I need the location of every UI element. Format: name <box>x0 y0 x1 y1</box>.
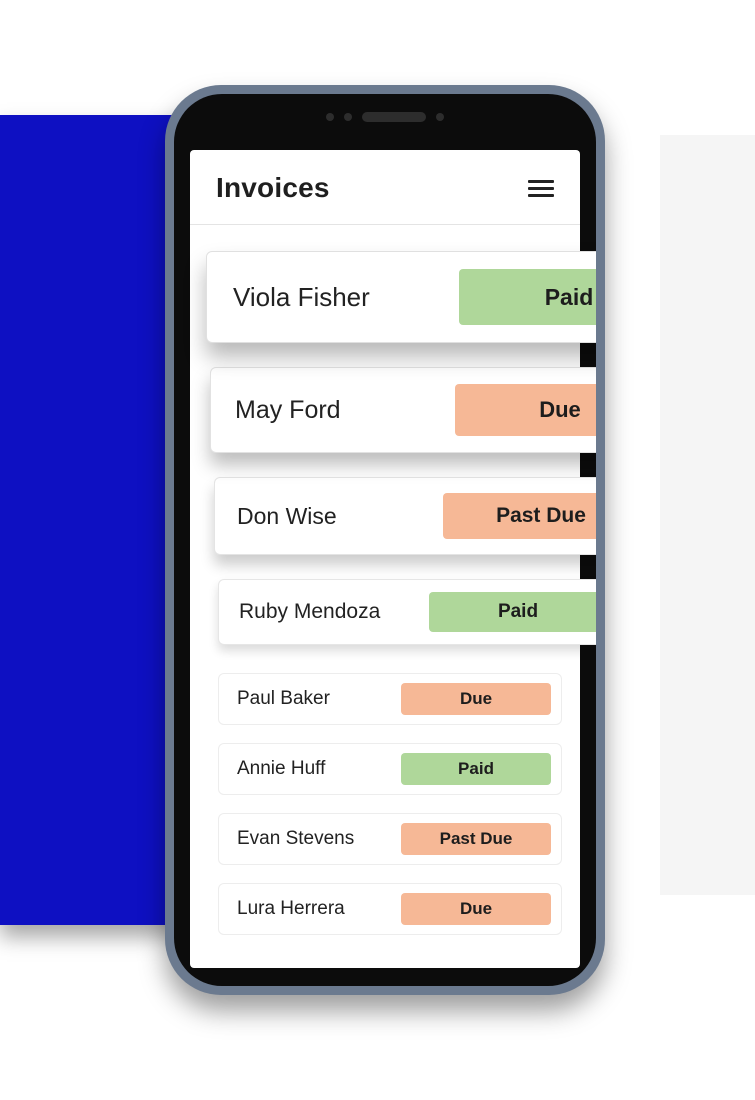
phone-sensor-bar <box>326 112 444 122</box>
app-header: Invoices <box>190 150 580 225</box>
phone-mockup: Invoices Viola Fisher Paid May Ford Due Don … <box>165 85 605 995</box>
status-badge: Due <box>401 893 551 925</box>
status-badge: Past Due <box>401 823 551 855</box>
phone-frame: Invoices Viola Fisher Paid May Ford Due Don … <box>174 94 596 986</box>
hamburger-menu-icon[interactable] <box>528 180 554 197</box>
invoice-name: Don Wise <box>237 503 337 530</box>
status-badge: Paid <box>401 753 551 785</box>
app-screen: Invoices Viola Fisher Paid May Ford Due Don … <box>190 150 580 968</box>
phone-outer-shell: Invoices Viola Fisher Paid May Ford Due Don … <box>165 85 605 995</box>
invoice-name: Paul Baker <box>237 688 330 710</box>
invoice-card[interactable]: Lura Herrera Due <box>218 883 562 935</box>
invoice-card[interactable]: Annie Huff Paid <box>218 743 562 795</box>
invoice-name: Evan Stevens <box>237 828 354 850</box>
invoice-list: Viola Fisher Paid May Ford Due Don Wise Past … <box>190 225 580 935</box>
sensor-dot-icon <box>326 113 334 121</box>
sensor-dot-icon <box>344 113 352 121</box>
page-title: Invoices <box>216 172 330 204</box>
invoice-name: May Ford <box>235 396 341 425</box>
invoice-name: Annie Huff <box>237 758 325 780</box>
invoice-name: Lura Herrera <box>237 898 345 920</box>
invoice-card[interactable]: Viola Fisher Paid <box>206 251 596 343</box>
invoice-card[interactable]: May Ford Due <box>210 367 596 453</box>
invoice-name: Viola Fisher <box>233 282 370 313</box>
invoice-name: Ruby Mendoza <box>239 600 380 624</box>
invoice-card[interactable]: Ruby Mendoza Paid <box>218 579 596 645</box>
invoice-card[interactable]: Don Wise Past Due <box>214 477 596 555</box>
status-badge: Paid <box>429 592 596 632</box>
status-badge: Past Due <box>443 493 596 539</box>
status-badge: Paid <box>459 269 596 325</box>
sensor-dot-icon <box>436 113 444 121</box>
speaker-grille-icon <box>362 112 426 122</box>
invoice-card[interactable]: Paul Baker Due <box>218 673 562 725</box>
background-stripe <box>660 135 755 895</box>
status-badge: Due <box>401 683 551 715</box>
status-badge: Due <box>455 384 596 436</box>
invoice-card[interactable]: Evan Stevens Past Due <box>218 813 562 865</box>
